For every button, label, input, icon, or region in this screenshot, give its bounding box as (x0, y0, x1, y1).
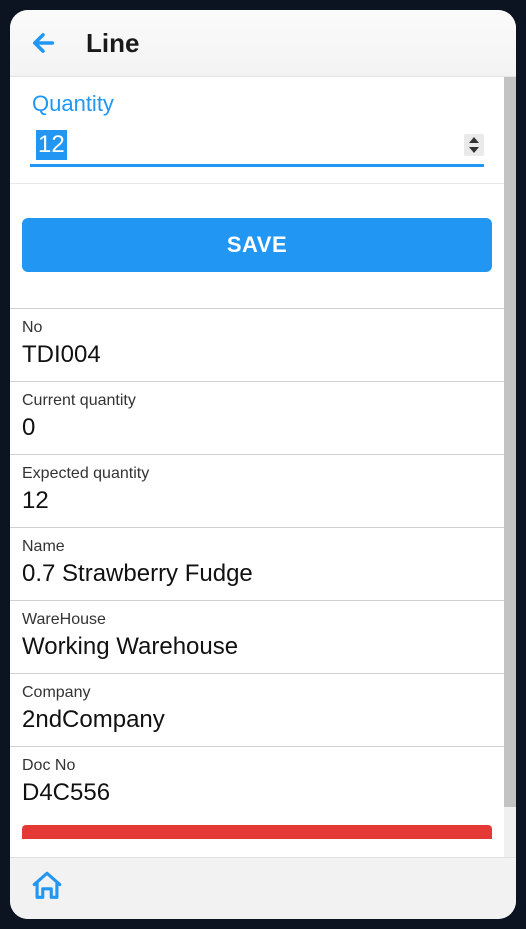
detail-value: 2ndCompany (22, 706, 492, 734)
quantity-input[interactable]: 12 (30, 125, 484, 167)
scrollbar-thumb[interactable] (504, 77, 516, 807)
detail-row: Doc No D4C556 (10, 747, 504, 819)
detail-row: Current quantity 0 (10, 382, 504, 455)
detail-row: Expected quantity 12 (10, 455, 504, 528)
delete-button[interactable] (22, 825, 492, 839)
details-list: No TDI004 Current quantity 0 Expected quanti… (10, 309, 504, 819)
detail-label: No (22, 319, 492, 337)
footer (10, 857, 516, 919)
scroll-view: Quantity 12 SAVE No TDI004 Current quantit… (10, 77, 504, 857)
quantity-panel: Quantity 12 (10, 77, 504, 184)
detail-label: Current quantity (22, 392, 492, 410)
chevron-down-icon (468, 146, 480, 154)
detail-value: 0 (22, 414, 492, 442)
detail-row: No TDI004 (10, 309, 504, 382)
detail-value: D4C556 (22, 779, 492, 807)
detail-label: Company (22, 684, 492, 702)
detail-label: Doc No (22, 757, 492, 775)
header: Line (10, 10, 516, 77)
device-frame: Line Quantity 12 SAVE (0, 0, 526, 929)
detail-label: WareHouse (22, 611, 492, 629)
detail-row: Company 2ndCompany (10, 674, 504, 747)
arrow-left-icon (29, 29, 57, 57)
back-button[interactable] (24, 24, 62, 62)
quantity-stepper[interactable] (464, 134, 484, 156)
detail-row: WareHouse Working Warehouse (10, 601, 504, 674)
page-title: Line (86, 28, 139, 59)
detail-label: Name (22, 538, 492, 556)
home-icon (30, 869, 64, 903)
detail-value: 12 (22, 487, 492, 515)
chevron-up-icon (468, 136, 480, 144)
home-button[interactable] (30, 869, 64, 908)
save-panel: SAVE (10, 184, 504, 309)
quantity-label: Quantity (22, 77, 492, 125)
quantity-value: 12 (36, 130, 67, 160)
scrollbar[interactable] (504, 77, 516, 857)
save-button[interactable]: SAVE (22, 218, 492, 272)
detail-label: Expected quantity (22, 465, 492, 483)
detail-value: Working Warehouse (22, 633, 492, 661)
detail-row: Name 0.7 Strawberry Fudge (10, 528, 504, 601)
detail-value: 0.7 Strawberry Fudge (22, 560, 492, 588)
screen: Line Quantity 12 SAVE (10, 10, 516, 919)
content-area: Quantity 12 SAVE No TDI004 Current quantit… (10, 77, 516, 857)
detail-value: TDI004 (22, 341, 492, 369)
